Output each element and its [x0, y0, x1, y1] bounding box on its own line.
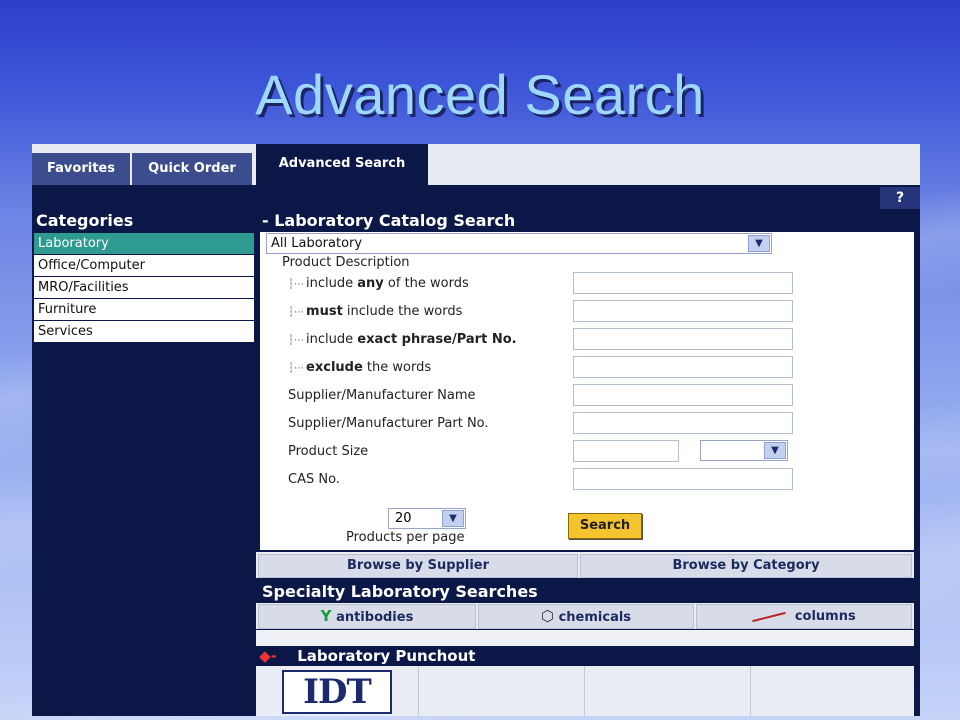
- antibodies-label: antibodies: [336, 610, 414, 625]
- punchout-heading-label: Laboratory Punchout: [297, 647, 476, 665]
- antibodies-button[interactable]: Y antibodies: [258, 604, 476, 629]
- product-size-unit-select[interactable]: ▼: [700, 440, 788, 461]
- category-services[interactable]: Services: [34, 321, 254, 343]
- specialty-searches-row: Y antibodies ⬡ chemicals columns: [256, 603, 914, 629]
- punchout-heading[interactable]: ◆- Laboratory Punchout: [256, 646, 914, 666]
- per-page-value: 20: [395, 511, 412, 526]
- browse-row: Browse by Supplier Browse by Category: [256, 552, 914, 578]
- supplier-name-input[interactable]: [573, 384, 793, 406]
- punchout-cell: [586, 666, 751, 716]
- punchout-row: IDT: [256, 666, 914, 716]
- chevron-down-icon[interactable]: ▼: [748, 235, 770, 252]
- help-button[interactable]: ?: [880, 187, 920, 209]
- collapse-toggle-icon[interactable]: ◆-: [256, 646, 280, 666]
- tab-favorites[interactable]: Favorites: [32, 153, 132, 185]
- per-page-select[interactable]: 20 ▼: [388, 508, 466, 529]
- chemical-icon: ⬡: [540, 607, 555, 625]
- must-include-label: ┆⋯ must include the words: [288, 304, 463, 319]
- exact-phrase-label: ┆⋯ include exact phrase/Part No.: [288, 332, 517, 347]
- browse-by-category-button[interactable]: Browse by Category: [580, 554, 912, 578]
- punchout-spacer: [256, 630, 914, 646]
- supplier-part-label: Supplier/Manufacturer Part No.: [288, 416, 489, 431]
- catalog-search-form: All Laboratory ▼ Product Description ┆⋯ i…: [260, 232, 914, 550]
- categories-heading: Categories: [36, 211, 134, 230]
- exclude-input[interactable]: [573, 356, 793, 378]
- columns-label: columns: [794, 609, 856, 624]
- include-any-input[interactable]: [573, 272, 793, 294]
- must-include-input[interactable]: [573, 300, 793, 322]
- tab-advanced-search[interactable]: Advanced Search: [256, 144, 428, 185]
- columns-button[interactable]: columns: [696, 604, 912, 629]
- tree-branch-icon: ┆⋯: [288, 363, 305, 374]
- slide-title: Advanced Search: [255, 63, 705, 126]
- product-size-input[interactable]: [573, 440, 679, 462]
- antibody-icon: Y: [320, 607, 332, 625]
- chevron-down-icon[interactable]: ▼: [442, 510, 464, 527]
- nav-strip: [32, 185, 920, 209]
- tree-branch-icon: ┆⋯: [288, 279, 305, 290]
- include-any-label: ┆⋯ include any of the words: [288, 276, 469, 291]
- specialty-searches-heading: Specialty Laboratory Searches: [262, 582, 538, 601]
- app-window: Favorites Quick Order Advanced Search ? …: [32, 144, 920, 716]
- category-laboratory[interactable]: Laboratory: [34, 233, 254, 255]
- department-select-value: All Laboratory: [271, 236, 363, 251]
- department-select[interactable]: All Laboratory ▼: [266, 233, 772, 254]
- column-icon: [752, 611, 787, 622]
- tree-branch-icon: ┆⋯: [288, 307, 305, 318]
- punchout-cell: [752, 666, 912, 716]
- cas-label: CAS No.: [288, 472, 340, 487]
- tree-branch-icon: ┆⋯: [288, 335, 305, 346]
- punchout-cell: IDT: [256, 666, 419, 716]
- per-page-label: Products per page: [346, 530, 465, 545]
- exclude-label: ┆⋯ exclude the words: [288, 360, 432, 375]
- chemicals-button[interactable]: ⬡ chemicals: [478, 604, 694, 629]
- catalog-search-heading[interactable]: - Laboratory Catalog Search: [256, 210, 920, 232]
- browse-by-supplier-button[interactable]: Browse by Supplier: [258, 554, 578, 578]
- chevron-down-icon[interactable]: ▼: [764, 442, 786, 459]
- idt-logo[interactable]: IDT: [282, 670, 392, 714]
- tab-quick-order[interactable]: Quick Order: [132, 153, 254, 185]
- category-mro-facilities[interactable]: MRO/Facilities: [34, 277, 254, 299]
- exact-phrase-input[interactable]: [573, 328, 793, 350]
- cas-input[interactable]: [573, 468, 793, 490]
- product-size-label: Product Size: [288, 444, 369, 459]
- supplier-part-input[interactable]: [573, 412, 793, 434]
- category-furniture[interactable]: Furniture: [34, 299, 254, 321]
- search-button[interactable]: Search: [568, 513, 642, 539]
- category-office-computer[interactable]: Office/Computer: [34, 255, 254, 277]
- tab-bar: Favorites Quick Order Advanced Search: [32, 144, 920, 185]
- chemicals-label: chemicals: [558, 610, 632, 625]
- product-description-label: Product Description: [282, 255, 410, 270]
- punchout-cell: [420, 666, 585, 716]
- supplier-name-label: Supplier/Manufacturer Name: [288, 388, 476, 403]
